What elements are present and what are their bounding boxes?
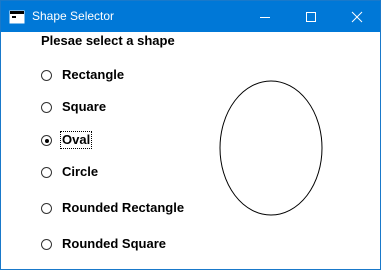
radio-rounded-square[interactable]: Rounded Square [41,235,221,255]
title-bar[interactable]: Shape Selector [1,1,380,32]
close-icon [351,11,363,23]
radio-rectangle[interactable]: Rectangle [41,66,221,86]
minimize-icon [260,17,270,18]
radio-label[interactable]: Square [61,99,107,115]
shape-selector-window: Shape Selector Plesae select a shape Rec… [0,0,381,270]
minimize-button[interactable] [242,1,288,32]
maximize-icon [306,12,316,22]
close-button[interactable] [334,1,380,32]
oval-shape [219,80,323,216]
radio-rounded-rectangle[interactable]: Rounded Rectangle [41,199,221,219]
radio-label[interactable]: Circle [61,164,99,180]
radio-button-selected-icon[interactable] [41,135,52,146]
app-window-icon [9,9,25,25]
prompt-label: Plesae select a shape [41,33,175,48]
radio-button-icon[interactable] [41,239,52,250]
radio-circle[interactable]: Circle [41,163,221,183]
radio-label[interactable]: Oval [59,131,93,149]
radio-label[interactable]: Rounded Square [61,236,167,252]
radio-label[interactable]: Rounded Rectangle [61,200,185,216]
radio-button-icon[interactable] [41,102,52,113]
radio-button-icon[interactable] [41,203,52,214]
window-title: Shape Selector [32,9,115,23]
radio-button-icon[interactable] [41,167,52,178]
radio-oval[interactable]: Oval [41,131,221,151]
radio-button-icon[interactable] [41,70,52,81]
radio-square[interactable]: Square [41,98,221,118]
shape-preview [219,80,323,216]
maximize-button[interactable] [288,1,334,32]
radio-label[interactable]: Rectangle [61,67,125,83]
form-client-area: Plesae select a shape Rectangle Square O… [1,32,380,269]
